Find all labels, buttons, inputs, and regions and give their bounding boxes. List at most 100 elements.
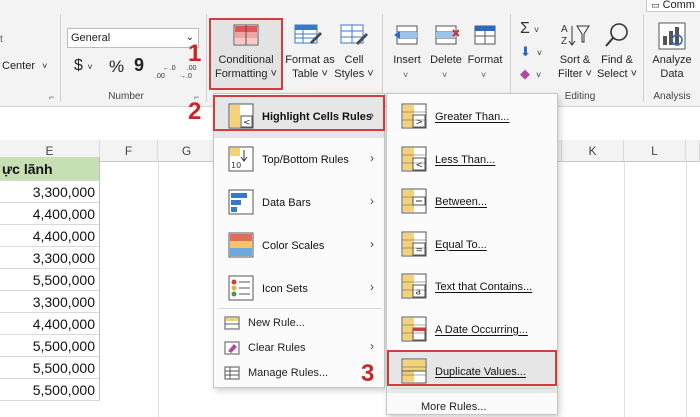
ribbon-separator bbox=[382, 14, 383, 102]
insert-label: Insert bbox=[393, 54, 421, 66]
value-cell[interactable]: 3,300,000 bbox=[0, 247, 100, 269]
chevron-down-icon: ˅ bbox=[533, 25, 540, 35]
submenu-item-less-than[interactable]: < Less Than... bbox=[387, 139, 557, 181]
chevron-right-icon: › bbox=[370, 237, 374, 251]
submenu-item-date-occurring[interactable]: A Date Occurring... bbox=[387, 309, 557, 351]
value-cell[interactable]: 5,500,000 bbox=[0, 335, 100, 357]
analyze-data-button[interactable]: Analyze Data bbox=[648, 18, 696, 88]
step-number-1: 1 bbox=[188, 40, 202, 67]
decrease-decimal-icon: .00 →.0 bbox=[179, 65, 197, 80]
cell-styles-label-1: Cell bbox=[344, 54, 364, 66]
alignment-partial-icon: t bbox=[0, 34, 3, 45]
chevron-down-icon: ˅ bbox=[87, 62, 93, 72]
gridline bbox=[624, 162, 625, 417]
submenu-item-between[interactable]: Between... bbox=[387, 181, 557, 223]
sigma-icon: Σ bbox=[520, 20, 530, 37]
menu-item-label: Manage Rules... bbox=[248, 367, 329, 379]
greater-than-icon: > bbox=[401, 103, 427, 129]
comma-style-icon: 9 bbox=[134, 55, 145, 75]
merge-center-button[interactable]: Center ˅ bbox=[2, 60, 47, 72]
cell-styles-button[interactable]: Cell Styles ˅ bbox=[334, 18, 374, 88]
format-button[interactable]: Format ˅ bbox=[466, 18, 504, 88]
comma-style-button[interactable]: 9 bbox=[134, 55, 144, 76]
value-cell[interactable]: 3,300,000 bbox=[0, 291, 100, 313]
column-header-k[interactable]: K bbox=[562, 140, 624, 162]
analyze-data-label-2: Data bbox=[660, 68, 684, 80]
menu-item-data-bars[interactable]: Data Bars › bbox=[214, 182, 384, 224]
insert-button[interactable]: Insert ˅ bbox=[388, 18, 426, 88]
increase-decimal-button[interactable]: ←.0 .00 bbox=[155, 57, 176, 89]
column-header-g[interactable]: G bbox=[158, 140, 216, 162]
equal-to-icon: = bbox=[401, 231, 427, 256]
conditional-formatting-menu: < Highlight Cells Rules › 10 Top/Bottom Rule… bbox=[213, 93, 385, 388]
chevron-down-icon: ˅ bbox=[442, 70, 448, 80]
menu-item-color-scales[interactable]: Color Scales › bbox=[214, 225, 384, 267]
more-rules-item[interactable]: More Rules... bbox=[387, 395, 559, 417]
text-contains-icon: a bbox=[401, 273, 427, 299]
sort-filter-button[interactable]: A Z Sort & Filter ˅ bbox=[554, 18, 596, 88]
find-select-label-1: Find & bbox=[601, 54, 633, 66]
cell-styles-icon bbox=[340, 24, 368, 45]
submenu-item-label: Less Than... bbox=[435, 153, 496, 166]
column-header-l[interactable]: L bbox=[624, 140, 686, 162]
menu-item-manage-rules[interactable]: Manage Rules... bbox=[214, 361, 384, 385]
increase-decimal-icon: ←.0 .00 bbox=[155, 65, 176, 80]
value-cell[interactable]: 4,400,000 bbox=[0, 225, 100, 247]
percent-icon: % bbox=[109, 57, 125, 76]
analyze-data-label-1: Analyze bbox=[652, 54, 692, 66]
number-group-label: Number bbox=[108, 91, 144, 102]
submenu-item-equal-to[interactable]: = Equal To... bbox=[387, 224, 557, 266]
menu-item-clear-rules[interactable]: Clear Rules › bbox=[214, 336, 384, 360]
menu-item-label: New Rule... bbox=[248, 317, 305, 329]
value-cell[interactable]: 5,500,000 bbox=[0, 379, 100, 401]
chevron-right-icon: › bbox=[370, 339, 374, 353]
value-cell[interactable]: 5,500,000 bbox=[0, 357, 100, 379]
menu-divider bbox=[391, 388, 555, 389]
between-icon bbox=[401, 188, 427, 214]
number-format-value: General bbox=[71, 32, 111, 44]
delete-button[interactable]: Delete ˅ bbox=[427, 18, 465, 88]
chevron-right-icon: › bbox=[370, 280, 374, 294]
autosum-button[interactable]: Σ ˅ bbox=[520, 20, 539, 38]
comment-icon: ▭ bbox=[651, 0, 660, 10]
value-cell[interactable]: 3,300,000 bbox=[0, 181, 100, 203]
delete-label: Delete bbox=[430, 54, 462, 66]
menu-item-label: Top/Bottom Rules bbox=[262, 154, 349, 166]
highlight-box-duplicate-values bbox=[387, 350, 557, 386]
format-as-table-button[interactable]: Format as Table ˅ bbox=[284, 18, 335, 88]
menu-item-top-bottom-rules[interactable]: 10 Top/Bottom Rules › bbox=[214, 139, 384, 181]
menu-item-new-rule[interactable]: New Rule... bbox=[214, 311, 384, 335]
menu-item-label: Icon Sets bbox=[262, 283, 308, 295]
value-cell[interactable]: 5,500,000 bbox=[0, 269, 100, 291]
manage-rules-icon bbox=[224, 366, 240, 380]
comments-button[interactable]: ▭ Comm bbox=[646, 0, 700, 12]
submenu-item-label: Greater Than... bbox=[435, 111, 510, 123]
number-format-dropdown[interactable]: General ⌄ bbox=[67, 28, 199, 48]
ribbon-separator bbox=[60, 14, 61, 102]
submenu-item-text-contains[interactable]: a Text that Contains... bbox=[387, 266, 557, 308]
alignment-dialog-launcher-icon[interactable]: ⌐ bbox=[49, 92, 54, 102]
column-header-f[interactable]: F bbox=[100, 140, 158, 162]
menu-divider bbox=[218, 308, 382, 309]
insert-icon bbox=[394, 25, 418, 45]
value-cell[interactable]: 4,400,000 bbox=[0, 313, 100, 335]
gridline bbox=[158, 162, 159, 417]
header-cell[interactable]: ực lãnh bbox=[0, 157, 100, 181]
svg-text:<: < bbox=[416, 160, 424, 170]
sort-filter-icon: A Z bbox=[561, 24, 590, 47]
delete-icon bbox=[435, 25, 459, 45]
menu-item-icon-sets[interactable]: Icon Sets › bbox=[214, 268, 384, 310]
percent-button[interactable]: % bbox=[109, 57, 124, 77]
chevron-right-icon: › bbox=[370, 151, 374, 165]
menu-item-label: Color Scales bbox=[262, 240, 325, 252]
find-select-button[interactable]: Find & Select ˅ bbox=[596, 18, 638, 88]
currency-button[interactable]: $ ˅ bbox=[74, 57, 93, 75]
column-header-blank bbox=[686, 140, 700, 162]
merge-center-label: Center bbox=[2, 60, 36, 72]
format-as-table-label-1: Format as bbox=[285, 54, 335, 66]
submenu-item-greater-than[interactable]: > Greater Than... bbox=[387, 96, 557, 138]
value-cell[interactable]: 4,400,000 bbox=[0, 203, 100, 225]
clear-button[interactable]: ◆ ˅ bbox=[520, 66, 541, 82]
fill-button[interactable]: ⬇ ˅ bbox=[520, 44, 542, 60]
icon-sets-icon bbox=[228, 275, 254, 301]
